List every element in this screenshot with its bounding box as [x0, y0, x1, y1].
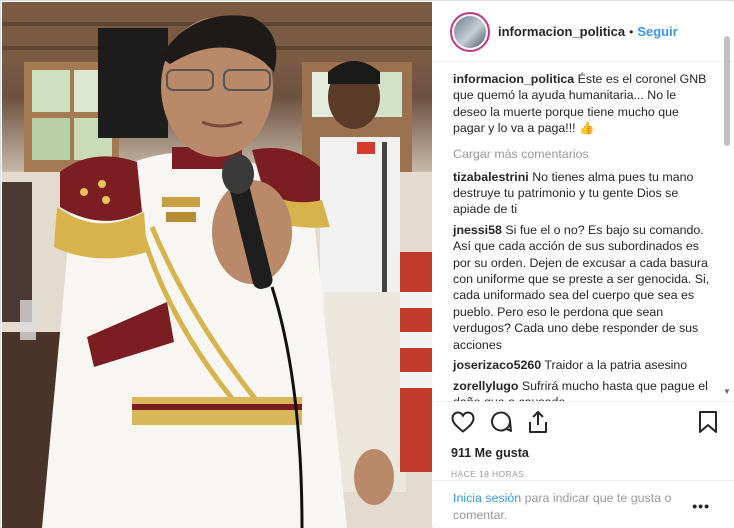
header-separator: • — [629, 24, 634, 39]
scroll-down-arrow-icon[interactable]: ▼ — [723, 388, 731, 396]
heart-icon[interactable] — [451, 410, 475, 436]
load-more-comments-button[interactable]: Cargar más comentarios — [453, 147, 712, 161]
photo-illustration — [2, 2, 432, 528]
comment-username[interactable]: jnessi58 — [453, 223, 502, 237]
comment-username[interactable]: joserizaco5260 — [453, 358, 541, 372]
likes-count[interactable]: 911 Me gusta — [451, 446, 718, 460]
comment-username[interactable]: zorellylugo — [453, 379, 518, 393]
caption-username[interactable]: informacion_politica — [453, 72, 574, 86]
post-timestamp: HACE 18 HORAS — [451, 469, 525, 479]
avatar[interactable] — [454, 15, 486, 48]
share-icon[interactable] — [527, 410, 549, 437]
comment-text: Traidor a la patria asesino — [544, 358, 688, 373]
scrollbar-thumb[interactable] — [724, 36, 730, 146]
login-link[interactable]: Inicia sesión — [453, 491, 521, 505]
header-username[interactable]: informacion_politica — [498, 24, 625, 39]
story-ring[interactable] — [450, 11, 490, 52]
comments-list: informacion_politica Éste es el coronel … — [433, 63, 734, 401]
comment-item: tizabalestrini No tienes alma pues tu ma… — [453, 169, 712, 218]
post-actions: 911 Me gusta HACE 18 HORAS — [433, 401, 734, 479]
post-caption: informacion_politica Éste es el coronel … — [453, 71, 712, 137]
post-details-panel: informacion_politica • Seguir informacio… — [433, 2, 734, 528]
comment-item: joserizaco5260 Traidor a la patria asesi… — [453, 357, 712, 373]
login-prompt: Inicia sesión para indicar que te gusta … — [453, 490, 685, 523]
comment-icon[interactable] — [489, 410, 513, 437]
post-header: informacion_politica • Seguir — [433, 2, 734, 62]
more-options-icon[interactable]: ••• — [692, 498, 710, 514]
instagram-post-window: informacion_politica • Seguir informacio… — [0, 0, 734, 528]
bookmark-icon[interactable] — [698, 410, 718, 437]
comment-item: jnessi58 Si fue el o no? Es bajo su coma… — [453, 222, 712, 353]
comment-text: Si fue el o no? Es bajo su comando. Así … — [453, 222, 710, 352]
comment-item: zorellylugo Sufrirá mucho hasta que pagu… — [453, 378, 712, 402]
follow-button[interactable]: Seguir — [637, 24, 677, 39]
comment-username[interactable]: tizabalestrini — [453, 170, 529, 184]
action-icons-row — [451, 410, 718, 436]
login-footer: Inicia sesión para indicar que te gusta … — [433, 480, 734, 528]
post-photo[interactable] — [2, 2, 432, 528]
